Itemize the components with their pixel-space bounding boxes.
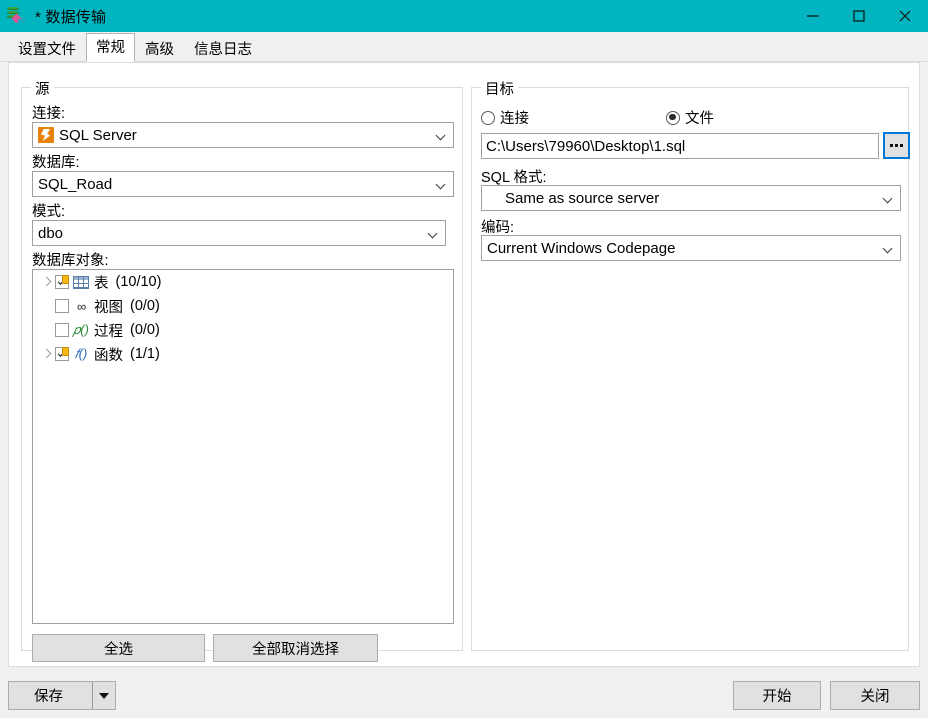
save-split-button[interactable]: 保存 [8,681,116,710]
encoding-value: Current Windows Codepage [487,240,675,257]
database-combobox[interactable]: SQL_Road [32,171,454,197]
checkbox-unchecked-icon[interactable] [55,299,69,313]
radio-connection[interactable]: 连接 [481,107,529,128]
schema-label: 模式: [32,200,65,221]
file-path-input[interactable]: C:\Users\79960\Desktop\1.sql [481,133,879,159]
chevron-down-icon [436,132,446,138]
source-group-label: 源 [31,78,54,99]
chevron-down-icon [883,195,893,201]
chevron-right-icon[interactable] [39,346,55,362]
view-icon: ∞ [72,298,90,314]
encoding-combobox[interactable]: Current Windows Codepage [481,235,901,261]
sql-format-value: Same as source server [487,190,659,207]
tree-row[interactable]: 𝑓() 函数 (1/1) [33,342,453,366]
title-bar: * 数据传输 [0,0,928,32]
radio-connection-label: 连接 [500,107,529,128]
tree-item-count: (1/1) [130,346,160,362]
source-group: 源 连接: SQL Server 数据库: SQL_Road 模式: dbo 数… [21,87,463,651]
sql-server-icon [38,127,54,143]
tab-general[interactable]: 常规 [86,33,135,62]
save-button[interactable]: 保存 [9,682,92,709]
radio-selected-icon [666,111,680,125]
connection-value: SQL Server [59,127,137,144]
maximize-button[interactable] [836,0,882,32]
footer-separator [0,671,928,672]
tree-item-label: 表 [94,272,109,293]
tree-item-label: 函数 [94,344,123,365]
window-controls [790,0,928,32]
encoding-label: 编码: [481,216,514,237]
database-transfer-icon [7,6,29,26]
deselect-all-button[interactable]: 全部取消选择 [213,634,378,662]
close-button[interactable] [882,0,928,32]
chevron-down-icon [883,245,893,251]
target-group-label: 目标 [481,78,518,99]
chevron-right-icon[interactable] [39,274,55,290]
radio-file-label: 文件 [685,107,714,128]
function-icon: 𝑓() [72,346,90,362]
radio-file[interactable]: 文件 [666,107,714,128]
tab-strip: 设置文件 常规 高级 信息日志 [0,32,928,62]
sql-format-combobox[interactable]: Same as source server [481,185,901,211]
minimize-button[interactable] [790,0,836,32]
tree-row[interactable]: 𝑝() 过程 (0/0) [33,318,453,342]
connection-label: 连接: [32,102,65,123]
tab-message-log[interactable]: 信息日志 [184,36,262,62]
close-dialog-button[interactable]: 关闭 [830,681,920,710]
select-all-button[interactable]: 全选 [32,634,205,662]
tab-settings-file[interactable]: 设置文件 [8,36,86,62]
chevron-placeholder [39,322,55,338]
sql-format-label: SQL 格式: [481,166,547,187]
start-button[interactable]: 开始 [733,681,821,710]
checkbox-checked-icon[interactable] [55,275,69,289]
procedure-icon: 𝑝() [72,322,90,338]
chevron-placeholder [39,298,55,314]
connection-combobox[interactable]: SQL Server [32,122,454,148]
schema-combobox[interactable]: dbo [32,220,446,246]
tree-item-count: (0/0) [130,322,160,338]
tree-item-label: 过程 [94,320,123,341]
tree-item-label: 视图 [94,296,123,317]
window-title: * 数据传输 [35,6,106,27]
table-icon [72,274,90,290]
db-objects-tree[interactable]: 表 (10/10) ∞ 视图 (0/0) 𝑝() 过程 (0/0) 𝑓() [32,269,454,624]
database-value: SQL_Road [38,176,112,193]
checkbox-unchecked-icon[interactable] [55,323,69,337]
tree-row[interactable]: ∞ 视图 (0/0) [33,294,453,318]
tab-advanced[interactable]: 高级 [135,36,184,62]
caret-down-icon [99,693,109,699]
tree-row[interactable]: 表 (10/10) [33,270,453,294]
schema-value: dbo [38,225,63,242]
browse-button[interactable] [883,132,910,159]
radio-unselected-icon [481,111,495,125]
db-objects-label: 数据库对象: [32,249,109,270]
general-tab-panel: 源 连接: SQL Server 数据库: SQL_Road 模式: dbo 数… [8,62,920,667]
chevron-down-icon [436,181,446,187]
save-dropdown-button[interactable] [92,682,115,709]
target-group: 目标 连接 文件 C:\Users\79960\Desktop\1.sql SQ… [471,87,909,651]
tree-item-count: (0/0) [130,298,160,314]
chevron-down-icon [428,230,438,236]
checkbox-checked-icon[interactable] [55,347,69,361]
tree-item-count: (10/10) [116,274,162,290]
database-label: 数据库: [32,151,80,172]
